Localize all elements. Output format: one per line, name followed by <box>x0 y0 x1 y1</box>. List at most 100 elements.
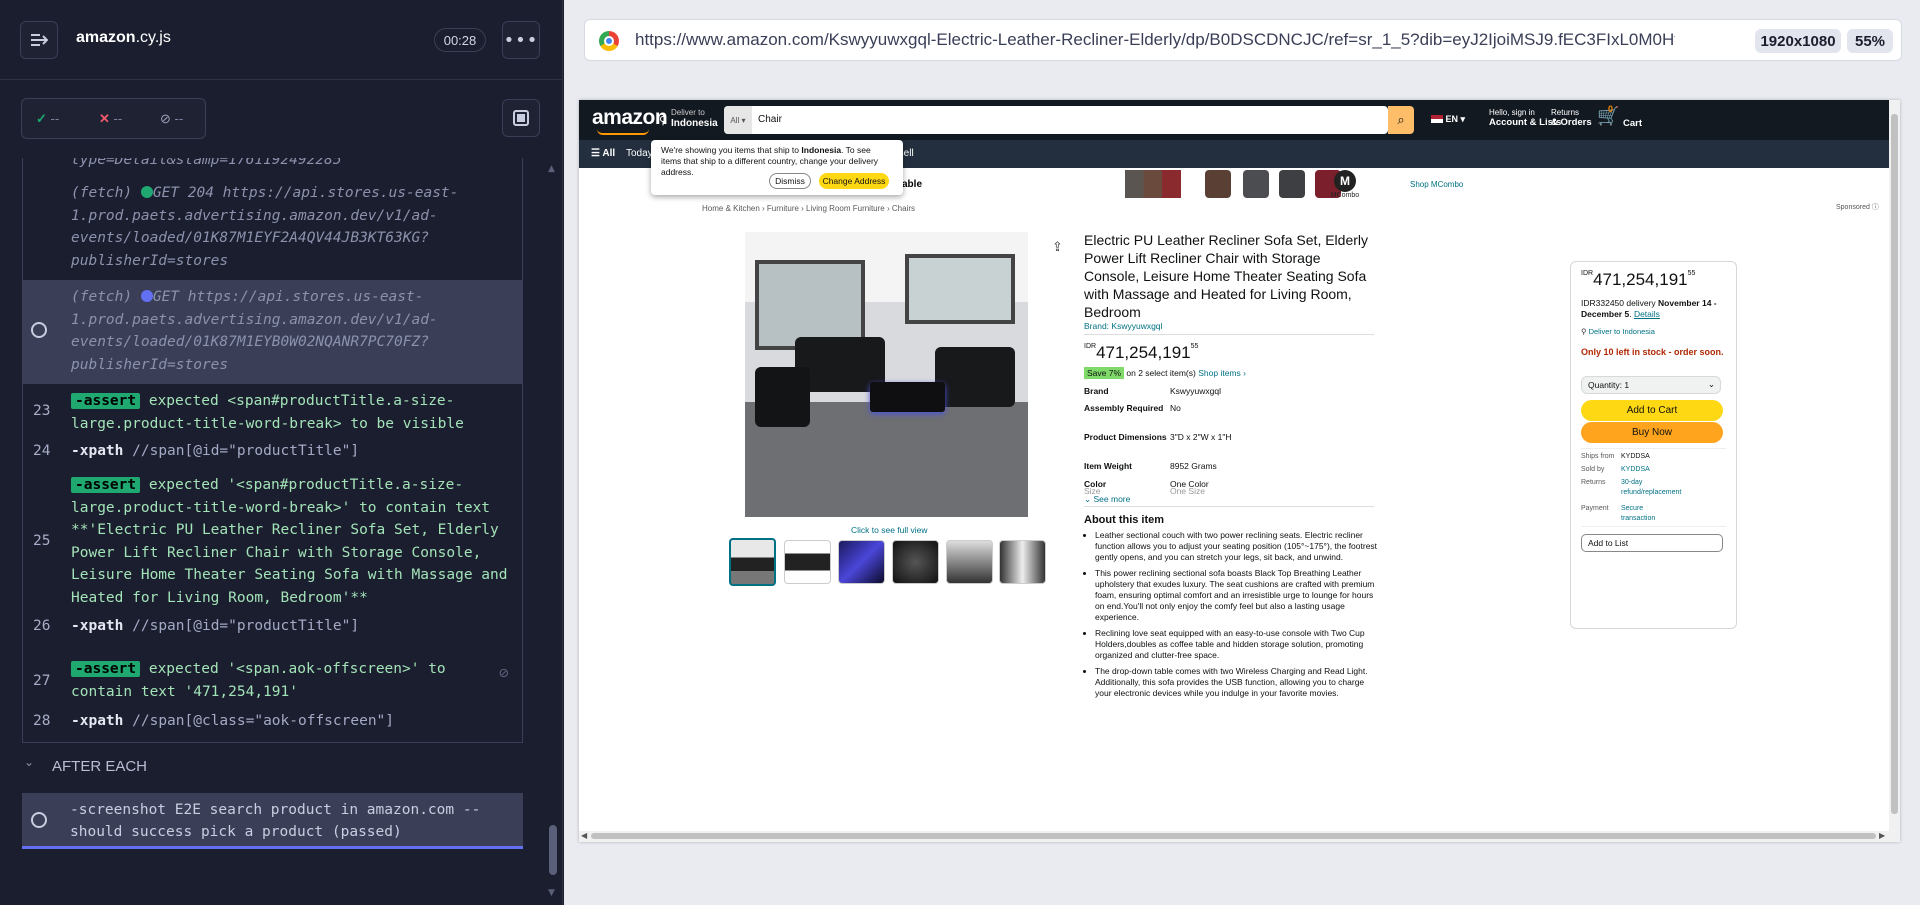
returns-link[interactable]: 30-day refund/replacement <box>1621 478 1696 498</box>
bullet-item: This power reclining sectional sofa boas… <box>1095 568 1380 623</box>
share-icon[interactable]: ⇪ <box>1052 239 1063 255</box>
shop-mcombo-link[interactable]: Shop MCombo <box>1410 180 1463 189</box>
spec-row-faded: Size One Size <box>1084 486 1205 494</box>
assert-badge: -assert <box>71 477 141 493</box>
product-price: IDR471,254,19155 <box>1084 343 1199 362</box>
breadcrumb: Home & Kitchen › Furniture › Living Room… <box>702 204 915 213</box>
spec-row: Product Dimensions 3"D x 2"W x 1"H <box>1084 432 1232 442</box>
stock-status: Only 10 left in stock - order soon. <box>1581 347 1724 357</box>
thumbnail-image[interactable] <box>838 540 885 584</box>
payment-link[interactable]: Secure transaction <box>1621 504 1655 524</box>
chrome-icon <box>599 31 619 51</box>
scroll-thumb[interactable] <box>549 825 557 875</box>
stop-button[interactable] <box>502 99 540 137</box>
breadcrumb-item[interactable]: Living Room Furniture <box>806 204 885 213</box>
command-message: //span[@id="productTitle"] <box>132 618 360 634</box>
buy-now-button[interactable]: Buy Now <box>1581 422 1723 443</box>
thumbnail-image[interactable] <box>729 538 776 586</box>
see-more-link[interactable]: ⌄ See more <box>1084 494 1130 505</box>
add-to-cart-button[interactable]: Add to Cart <box>1581 400 1723 421</box>
passed-stat: ✓ -- <box>36 111 60 126</box>
fetch-row[interactable]: (fetch) GET 204 https://api.stores.us-ea… <box>23 180 522 286</box>
deliver-to-link[interactable]: ⚲ Deliver to Indonesia <box>1581 327 1655 336</box>
bullet-item: The drop-down table comes with two Wirel… <box>1095 666 1380 699</box>
banner-product-image <box>1205 170 1231 198</box>
log-divider <box>22 742 523 743</box>
command-row[interactable]: 25 -assert expected '<span#productTitle.… <box>23 474 522 606</box>
search-button[interactable]: ⌕ <box>1388 106 1414 134</box>
command-log-panel: amazon.cy.js 00:28 ••• ✓ -- ✕ -- ⊘ -- ty… <box>0 0 563 905</box>
hidden-eye-icon[interactable]: ⊘ <box>499 662 509 685</box>
dismiss-button[interactable]: Dismiss <box>769 173 811 189</box>
run-timer: 00:28 <box>434 28 486 52</box>
command-row[interactable]: 23 -assert expected <span#productTitle.a… <box>23 388 522 434</box>
seller-info: Ships from KYDDSA Sold by KYDDSA Returns 30… <box>1581 452 1681 522</box>
scroll-thumb[interactable] <box>591 833 1876 839</box>
command-row[interactable]: 24 -xpath //span[@id="productTitle"] <box>23 440 522 464</box>
more-options-button[interactable]: ••• <box>502 21 540 59</box>
amazon-logo[interactable]: amazon <box>592 106 668 130</box>
amazon-page: amazon ⚲ Deliver to Indonesia All ▾ Chai… <box>579 100 1900 842</box>
after-each-hook[interactable]: ⌄ AFTER EACH <box>22 753 523 781</box>
toggle-specs-button[interactable] <box>20 21 58 59</box>
stop-icon <box>513 110 529 126</box>
zoom-badge[interactable]: 55% <box>1847 29 1893 53</box>
returns-orders[interactable]: Returns & Orders <box>1551 108 1592 128</box>
breadcrumb-item[interactable]: Furniture <box>767 204 799 213</box>
url-text: https://www.amazon.com/Kswyyuwxgql-Elect… <box>635 30 1675 49</box>
screenshot-command-row[interactable]: -screenshot E2E search product in amazon… <box>22 793 523 849</box>
search-input[interactable]: Chair <box>758 114 782 125</box>
command-message: //span[@class="aok-offscreen"] <box>132 713 395 729</box>
brand-link[interactable]: Brand: Kswyyuwxgql <box>1084 321 1162 331</box>
all-menu[interactable]: ☰ All <box>591 148 615 159</box>
main-product-image[interactable] <box>745 232 1028 517</box>
breadcrumb-item[interactable]: Chairs <box>892 204 915 213</box>
chevron-down-icon: ⌄ <box>24 755 35 769</box>
fetch-row-pending[interactable]: (fetch) GET https://api.stores.us-east-1… <box>23 280 522 384</box>
spec-name-bold: amazon <box>76 29 136 46</box>
spec-row: Assembly Required No <box>1084 403 1181 413</box>
scroll-left-icon: ◀ <box>581 831 588 840</box>
command-row[interactable]: 27 -assert expected '<span.aok-offscreen… <box>23 658 522 704</box>
spec-row: Brand Kswyyuwxgql <box>1084 386 1222 396</box>
add-to-list-button[interactable]: Add to List <box>1581 534 1723 552</box>
change-address-button[interactable]: Change Address <box>819 173 889 189</box>
thumbnail-image[interactable] <box>892 540 939 584</box>
scroll-thumb[interactable] <box>1891 114 1898 814</box>
search-category-select[interactable]: All ▾ <box>724 106 752 134</box>
test-stats: ✓ -- ✕ -- ⊘ -- <box>21 98 206 139</box>
full-view-link[interactable]: Click to see full view <box>851 525 928 535</box>
product-specs: Brand Kswyyuwxgql Assembly Required No Pro… <box>1084 385 1231 495</box>
save-badge: Save 7% <box>1084 367 1125 379</box>
banner-product-image <box>1243 170 1269 198</box>
vertical-scrollbar[interactable] <box>1889 100 1900 831</box>
command-row[interactable]: 28 -xpath //span[@class="aok-offscreen"] <box>23 710 522 734</box>
viewport-badge[interactable]: 1920x1080 <box>1755 29 1841 53</box>
shop-items-link[interactable]: Shop items <box>1198 368 1241 378</box>
quantity-select[interactable]: Quantity: 1 ⌄ <box>1581 376 1721 394</box>
breadcrumb-item[interactable]: Home & Kitchen <box>702 204 760 213</box>
url-bar[interactable]: https://www.amazon.com/Kswyyuwxgql-Elect… <box>584 19 1902 61</box>
command-row[interactable]: 26 -xpath //span[@id="productTitle"] <box>23 615 522 639</box>
scroll-right-icon: ▶ <box>1879 831 1886 840</box>
command-log: type=Detail&stamp=1761192492285 (fetch) … <box>22 158 523 742</box>
language-selector[interactable]: EN ▾ <box>1431 114 1465 125</box>
horizontal-scrollbar[interactable]: ◀ ▶ <box>579 831 1900 842</box>
thumbnail-image[interactable] <box>999 540 1046 584</box>
command-name: -xpath <box>71 713 124 729</box>
search-icon: ⌕ <box>1397 112 1405 127</box>
location-pin-icon: ⚲ <box>659 115 668 127</box>
command-name: -xpath <box>71 443 124 459</box>
cart[interactable]: 🛒 0 Cart <box>1597 104 1642 129</box>
seller-link[interactable]: KYDDSA <box>1621 465 1650 475</box>
about-bullets: Leather sectional couch with two power r… <box>1095 530 1380 704</box>
details-link[interactable]: Details <box>1634 309 1660 319</box>
chevron-down-icon: ⌄ <box>1707 379 1715 389</box>
us-flag-icon <box>1431 115 1443 123</box>
thumbnail-image[interactable] <box>784 540 831 584</box>
search-bar: All ▾ Chair <box>724 106 1388 134</box>
divider <box>1581 526 1726 527</box>
thumbnail-image[interactable] <box>946 540 993 584</box>
log-scrollbar[interactable]: ▲ ▼ <box>547 160 559 900</box>
scroll-up-icon: ▲ <box>548 164 555 174</box>
